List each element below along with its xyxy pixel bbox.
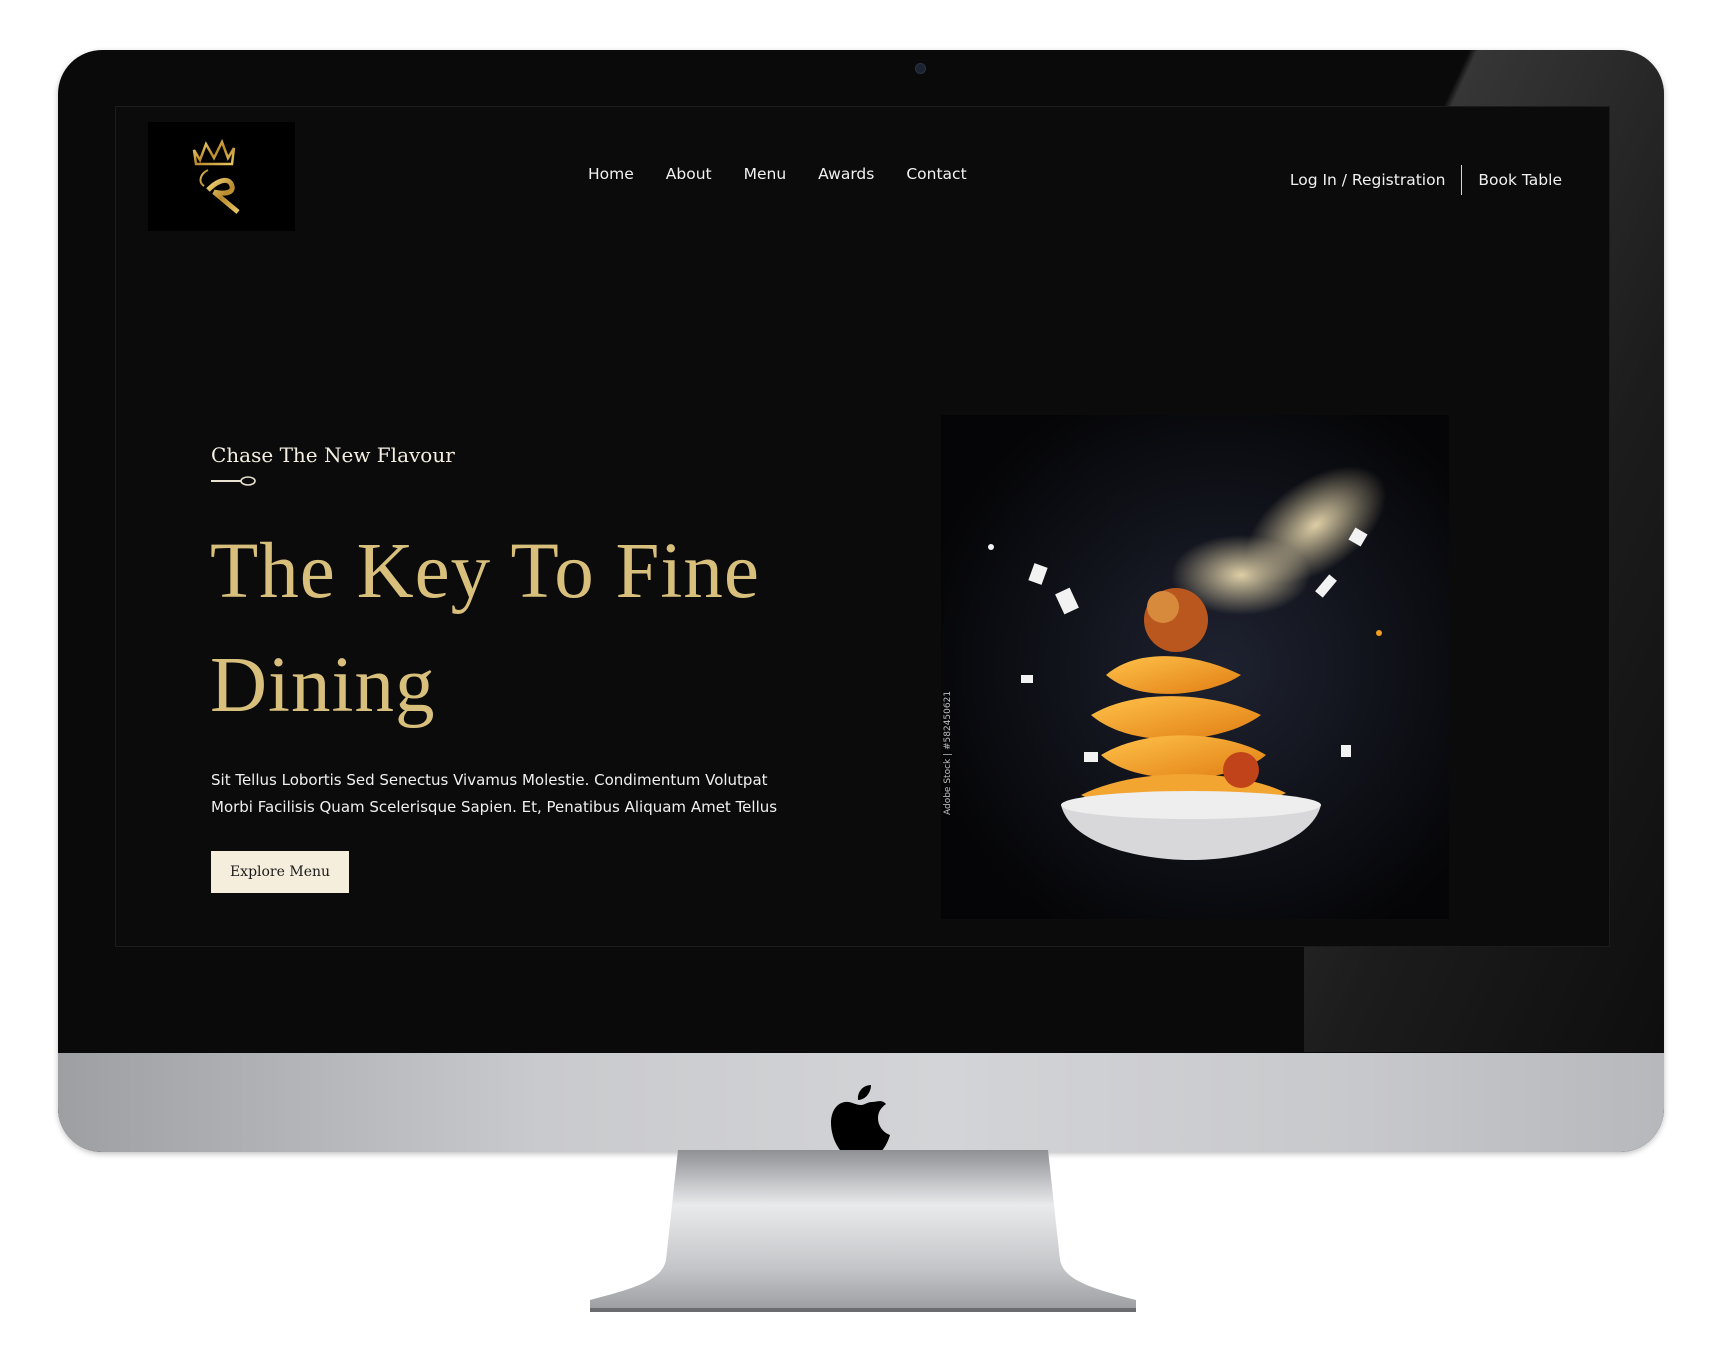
website-screen: Home About Menu Awards Contact Log In / …: [115, 106, 1610, 947]
crown-k-logo-icon: [192, 138, 240, 214]
hero-description-line-1: Sit Tellus Lobortis Sed Senectus Vivamus…: [211, 771, 768, 789]
explore-menu-button[interactable]: Explore Menu: [211, 851, 349, 893]
hero-description-line-2: Morbi Facilisis Quam Scelerisque Sapien.…: [211, 798, 778, 816]
spoon-icon: [211, 476, 256, 486]
nav-home[interactable]: Home: [588, 165, 634, 183]
nav-contact[interactable]: Contact: [906, 165, 966, 183]
nav-about[interactable]: About: [666, 165, 712, 183]
nav-awards[interactable]: Awards: [818, 165, 874, 183]
nav-menu[interactable]: Menu: [744, 165, 787, 183]
hero-headline-line-1: The Key To Fine: [210, 528, 760, 615]
hero-pasta-image: Adobe Stock | #582450621: [941, 415, 1449, 919]
book-table-link[interactable]: Book Table: [1478, 171, 1562, 189]
imac-chin: [58, 1053, 1664, 1152]
flying-pasta-illustration: [941, 415, 1449, 919]
image-watermark: Adobe Stock | #582450621: [943, 690, 953, 815]
imac-stand: [590, 1150, 1136, 1312]
header-divider: [1461, 165, 1463, 195]
apple-logo-icon: [831, 1085, 890, 1152]
login-registration-link[interactable]: Log In / Registration: [1290, 171, 1446, 189]
header-actions: Log In / Registration Book Table: [1290, 165, 1562, 195]
hero-tagline: Chase The New Flavour: [211, 443, 455, 467]
hero-description: Sit Tellus Lobortis Sed Senectus Vivamus…: [211, 767, 831, 821]
camera-icon: [915, 63, 926, 74]
site-logo[interactable]: [148, 122, 295, 231]
hero-headline: The Key To Fine Dining: [210, 515, 850, 743]
hero-headline-line-2: Dining: [210, 642, 436, 729]
main-nav: Home About Menu Awards Contact: [588, 165, 967, 183]
